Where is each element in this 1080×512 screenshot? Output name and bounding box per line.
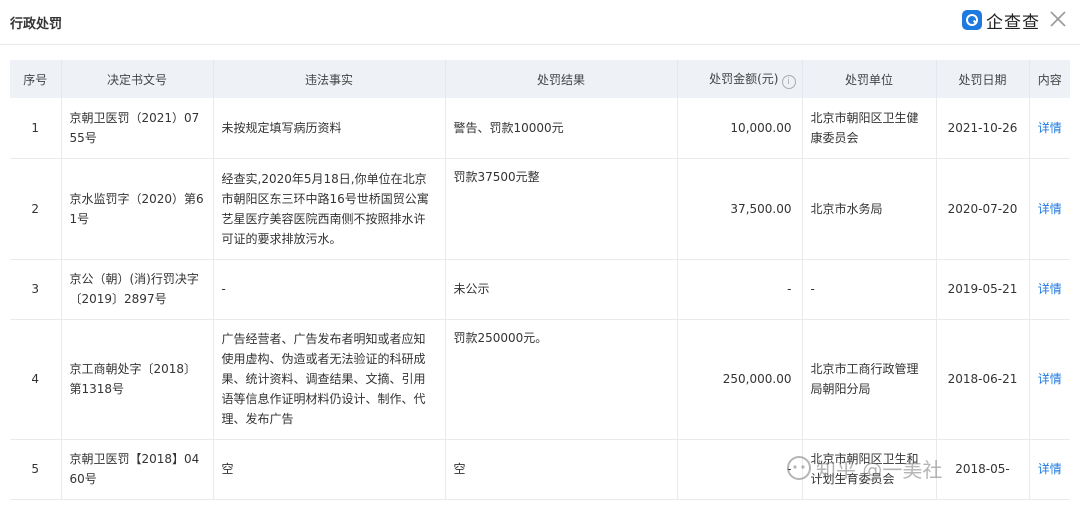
col-header-authority: 处罚单位	[802, 60, 937, 98]
qcc-logo-icon	[962, 10, 982, 30]
brand-name: 企查查	[986, 12, 1040, 33]
cell-facts: 经查实,2020年5月18日,你单位在北京市朝阳区东三环中路16号世桥国贸公寓艺…	[213, 158, 446, 260]
close-icon[interactable]	[1048, 9, 1068, 29]
cell-result: 罚款250000元。	[445, 319, 678, 440]
cell-authority: 北京市朝阳区卫生健康委员会	[802, 98, 937, 159]
cell-result: 未公示	[445, 259, 678, 320]
col-header-amount: 处罚金额(元) i	[677, 60, 803, 98]
cell-amount: 37,500.00	[677, 158, 803, 260]
cell-date: 2018-06-21	[936, 319, 1030, 440]
cell-doc-no: 京公（朝）(消)行罚决字〔2019〕2897号	[61, 259, 214, 320]
cell-date: 2019-05-21	[936, 259, 1030, 320]
detail-link[interactable]: 详情	[1029, 259, 1070, 320]
cell-seq: 2	[10, 158, 62, 260]
col-header-action: 内容	[1037, 72, 1062, 87]
detail-link[interactable]: 详情	[1029, 98, 1070, 159]
cell-authority: 北京市工商行政管理局朝阳分局	[802, 319, 937, 440]
cell-seq: 5	[10, 439, 62, 500]
table-row: 5 京朝卫医罚【2018】0460号 空 空 - 北京市朝阳区卫生和计划生育委员…	[10, 439, 1070, 500]
penalty-table: 序号 决定书文号 违法事实 处罚结果 处罚金额(元) i 处罚单位 处罚日期 内容…	[10, 60, 1070, 500]
page-title: 行政处罚	[10, 17, 63, 32]
cell-seq: 3	[10, 259, 62, 320]
cell-date: 2021-10-26	[936, 98, 1030, 159]
table-row: 1 京朝卫医罚（2021）0755号 未按规定填写病历资料 警告、罚款10000…	[10, 98, 1070, 159]
cell-facts: 未按规定填写病历资料	[213, 98, 446, 159]
cell-doc-no: 京朝卫医罚【2018】0460号	[61, 439, 214, 500]
cell-result: 警告、罚款10000元	[445, 98, 678, 159]
col-header-result: 处罚结果	[445, 60, 678, 98]
cell-date: 2018-05-	[936, 439, 1030, 500]
detail-link[interactable]: 详情	[1029, 439, 1070, 500]
table-row: 2 京水监罚字（2020）第61号 经查实,2020年5月18日,你单位在北京市…	[10, 158, 1070, 260]
cell-authority: -	[802, 259, 937, 320]
col-header-date: 处罚日期	[936, 60, 1030, 98]
cell-seq: 1	[10, 98, 62, 159]
brand: 企查查	[962, 8, 1040, 33]
table-header-row: 序号 决定书文号 违法事实 处罚结果 处罚金额(元) i 处罚单位 处罚日期 内容	[10, 60, 1070, 98]
cell-result: 罚款37500元整	[445, 158, 678, 260]
cell-doc-no: 京水监罚字（2020）第61号	[61, 158, 214, 260]
cell-authority: 北京市水务局	[802, 158, 937, 260]
col-header-facts: 违法事实	[213, 60, 446, 98]
cell-amount: -	[677, 259, 803, 320]
cell-facts: 广告经营者、广告发布者明知或者应知使用虚构、伪造或者无法验证的科研成果、统计资料…	[213, 319, 446, 440]
col-header-amount-label: 处罚金额(元)	[709, 71, 779, 86]
cell-facts: -	[213, 259, 446, 320]
info-icon[interactable]: i	[781, 74, 796, 89]
detail-link[interactable]: 详情	[1029, 319, 1070, 440]
panel-header: 行政处罚 企查查	[0, 0, 1080, 45]
col-header-doc-no: 决定书文号	[61, 60, 214, 98]
cell-authority: 北京市朝阳区卫生和计划生育委员会	[802, 439, 937, 500]
cell-doc-no: 京朝卫医罚（2021）0755号	[61, 98, 214, 159]
cell-result: 空	[445, 439, 678, 500]
table-row: 3 京公（朝）(消)行罚决字〔2019〕2897号 - 未公示 - - 2019…	[10, 259, 1070, 320]
cell-amount: 250,000.00	[677, 319, 803, 440]
col-header-seq: 序号	[10, 60, 62, 98]
detail-link[interactable]: 详情	[1029, 158, 1070, 260]
cell-amount: 10,000.00	[677, 98, 803, 159]
table-row: 4 京工商朝处字〔2018〕第1318号 广告经营者、广告发布者明知或者应知使用…	[10, 319, 1070, 440]
cell-seq: 4	[10, 319, 62, 440]
cell-date: 2020-07-20	[936, 158, 1030, 260]
cell-doc-no: 京工商朝处字〔2018〕第1318号	[61, 319, 214, 440]
cell-facts: 空	[213, 439, 446, 500]
cell-amount: -	[677, 439, 803, 500]
